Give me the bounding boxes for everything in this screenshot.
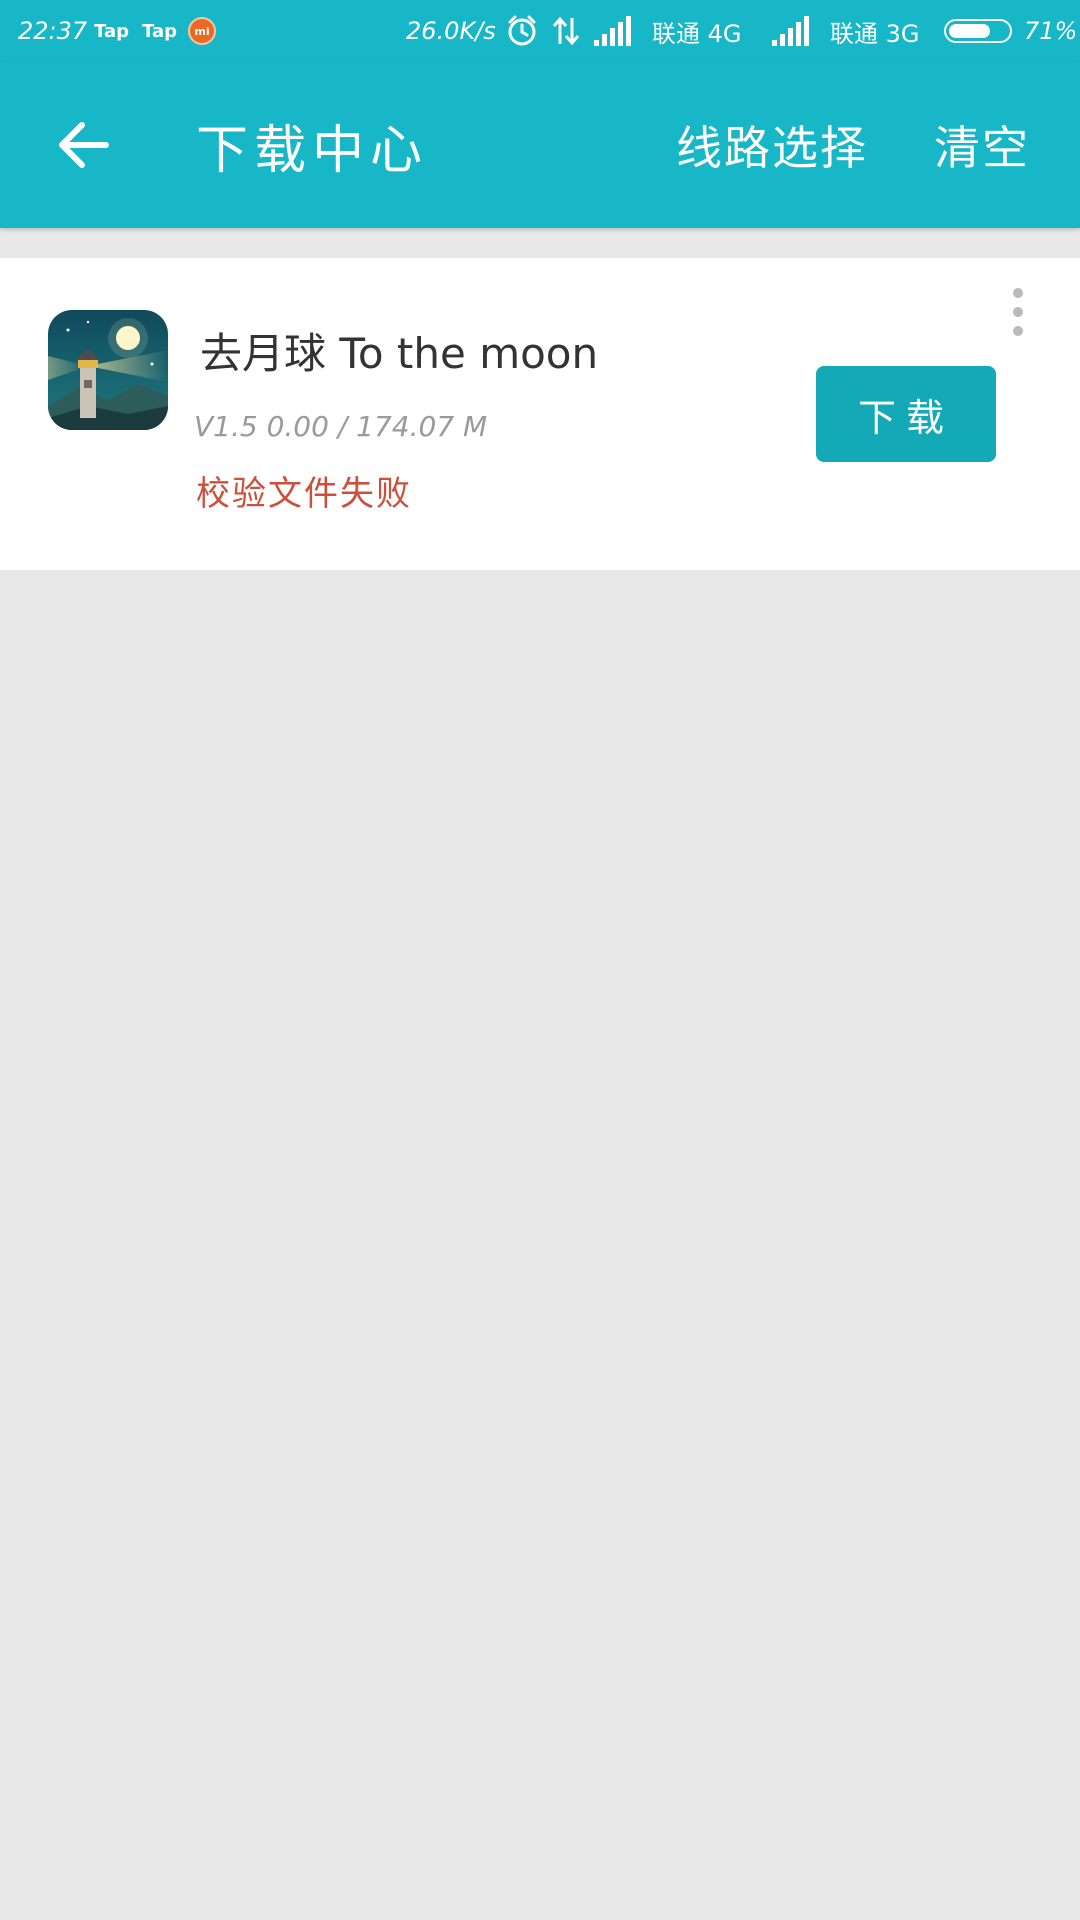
app-icon (48, 310, 168, 430)
carrier-1: 联通 4G (652, 19, 742, 48)
status-bar: 22:37 Tap Tap mi 26.0K/s 联通 4G 联通 3G 71% (0, 0, 1080, 62)
more-vertical-icon (1013, 288, 1023, 298)
network-speed: 26.0K/s (406, 17, 496, 45)
arrow-left-icon (59, 122, 109, 168)
notification-tap-2: Tap (142, 20, 177, 42)
battery-icon (944, 0, 1012, 62)
back-button[interactable] (44, 110, 124, 180)
app-name: 去月球 To the moon (200, 329, 599, 378)
battery-percent: 71% (1024, 17, 1078, 45)
more-vertical-icon (1013, 326, 1023, 336)
carrier-2: 联通 3G (830, 19, 920, 48)
app-bar: 下载中心 线路选择 清空 (0, 62, 1080, 228)
data-transfer-icon (552, 0, 580, 62)
route-select-button[interactable]: 线路选择 (676, 62, 868, 228)
error-message: 校验文件失败 (196, 474, 412, 514)
more-options-button[interactable] (1000, 288, 1036, 336)
more-vertical-icon (1013, 307, 1023, 317)
battery-outline (944, 19, 1012, 43)
app-version-size: V1.5 0.00 / 174.07 M (194, 410, 488, 443)
page-title: 下载中心 (196, 120, 429, 181)
clear-button[interactable]: 清空 (934, 62, 1030, 228)
alarm-icon (505, 0, 539, 62)
download-item[interactable]: 去月球 To the moon V1.5 0.00 / 174.07 M 校验文… (0, 258, 1080, 570)
mi-badge: mi (188, 17, 216, 45)
battery-fill (949, 24, 990, 38)
download-button[interactable]: 下载 (816, 366, 996, 462)
status-time: 22:37 (18, 17, 88, 45)
signal-icon (772, 0, 812, 62)
notification-tap-1: Tap (94, 20, 129, 42)
signal-icon (594, 0, 634, 62)
mi-notification-icon: mi (188, 0, 216, 62)
